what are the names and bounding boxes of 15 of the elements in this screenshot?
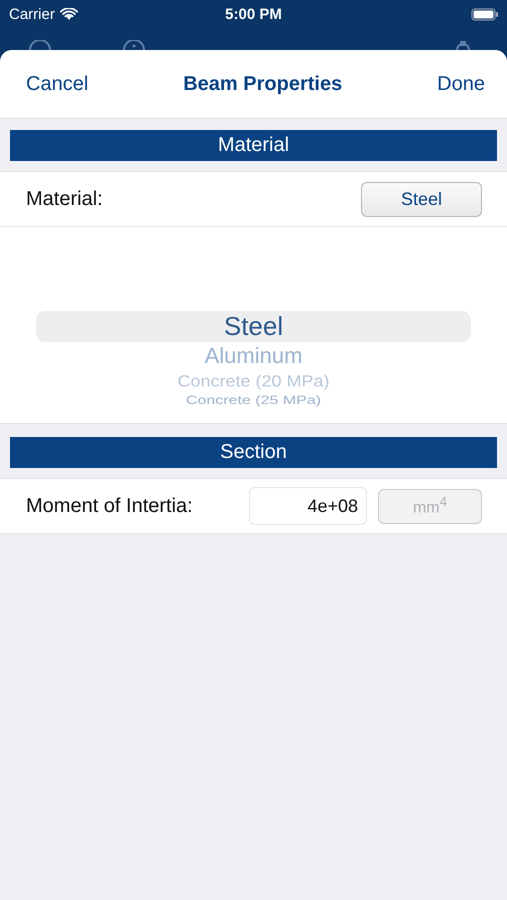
material-label: Material: (26, 188, 104, 210)
material-button[interactable]: Steel (361, 182, 482, 216)
value-field[interactable]: 4e+08 (249, 487, 367, 525)
cancel-button[interactable]: Cancel (14, 68, 100, 100)
picker-item[interactable]: Steel (36, 311, 471, 342)
done-button[interactable]: Done (425, 68, 497, 100)
clock-time: 5:00 PM (225, 6, 282, 22)
circle-icon[interactable] (122, 40, 146, 50)
carrier-label: Carrier (9, 6, 55, 22)
section-header: Section (10, 437, 497, 468)
wifi-icon (60, 8, 78, 20)
section-header: Material (10, 130, 497, 161)
moment-label: Moment of Intertia: (26, 494, 194, 518)
sheet-title: Beam Properties (183, 72, 342, 96)
battery-icon (471, 8, 499, 20)
